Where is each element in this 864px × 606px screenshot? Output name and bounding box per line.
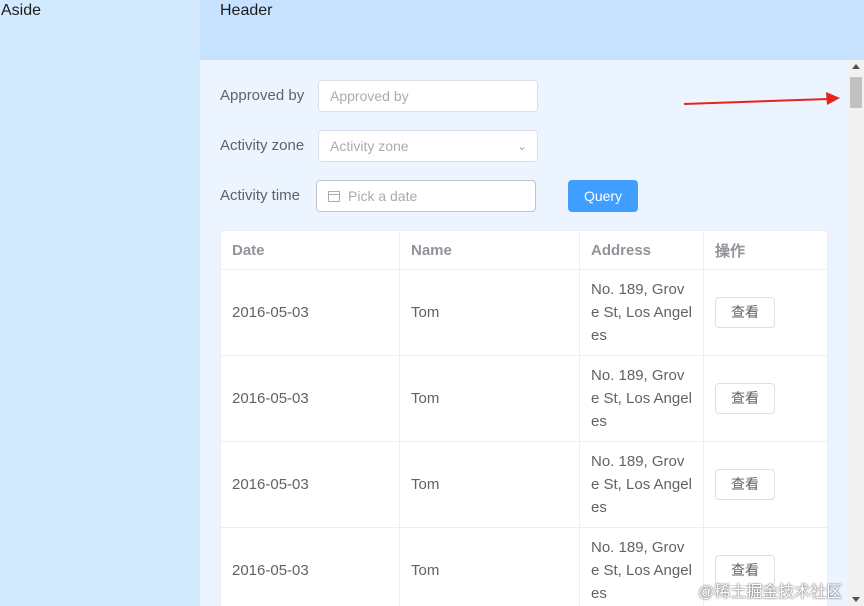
chevron-down-icon: ⌄ xyxy=(516,139,527,153)
table-row: 2016-05-03 Tom No. 189, Grove St, Los An… xyxy=(220,269,828,356)
activity-time-placeholder: Pick a date xyxy=(348,188,418,204)
cell-action: 查看 xyxy=(703,355,828,442)
activity-zone-placeholder: Activity zone xyxy=(330,138,409,154)
table-row: 2016-05-03 Tom No. 189, Grove St, Los An… xyxy=(220,441,828,528)
data-table: Date Name Address 操作 2016-05-03 Tom No. … xyxy=(220,230,828,606)
watermark: @稀土掘金技术社区 xyxy=(698,584,843,601)
aside: Aside xyxy=(0,0,200,606)
scroll-thumb[interactable] xyxy=(850,77,862,108)
aside-label: Aside xyxy=(1,2,42,19)
cell-address: No. 189, Grove St, Los Angeles xyxy=(579,441,704,528)
scroll-down-arrow-icon[interactable] xyxy=(852,597,860,602)
view-button[interactable]: 查看 xyxy=(715,297,775,328)
activity-time-picker[interactable]: Pick a date xyxy=(316,180,536,212)
calendar-icon xyxy=(328,190,340,202)
annotation-arrow-icon xyxy=(683,92,840,105)
cell-address: No. 189, Grove St, Los Angeles xyxy=(579,269,704,356)
column-header-address: Address xyxy=(579,230,704,270)
cell-name: Tom xyxy=(399,527,580,606)
cell-address: No. 189, Grove St, Los Angeles xyxy=(579,527,704,606)
table-header-row: Date Name Address 操作 xyxy=(220,230,828,270)
cell-name: Tom xyxy=(399,355,580,442)
column-header-name: Name xyxy=(399,230,580,270)
vertical-scrollbar[interactable] xyxy=(848,60,864,606)
cell-action: 查看 xyxy=(703,441,828,528)
scroll-up-arrow-icon[interactable] xyxy=(852,64,860,69)
cell-date: 2016-05-03 xyxy=(220,355,400,442)
query-button[interactable]: Query xyxy=(568,180,638,212)
approved-by-placeholder: Approved by xyxy=(330,88,409,104)
header: Header xyxy=(200,0,864,60)
main-content: Approved by Approved by Activity zone Ac… xyxy=(200,60,848,606)
cell-date: 2016-05-03 xyxy=(220,441,400,528)
activity-zone-label: Activity zone xyxy=(220,137,305,154)
cell-name: Tom xyxy=(399,441,580,528)
approved-by-label: Approved by xyxy=(220,87,305,104)
table-row: 2016-05-03 Tom No. 189, Grove St, Los An… xyxy=(220,355,828,442)
cell-name: Tom xyxy=(399,269,580,356)
cell-address: No. 189, Grove St, Los Angeles xyxy=(579,355,704,442)
column-header-date: Date xyxy=(220,230,400,270)
column-header-action: 操作 xyxy=(703,230,828,270)
cell-action: 查看 xyxy=(703,269,828,356)
cell-date: 2016-05-03 xyxy=(220,527,400,606)
activity-zone-select[interactable]: Activity zone ⌄ xyxy=(318,130,538,162)
cell-date: 2016-05-03 xyxy=(220,269,400,356)
view-button[interactable]: 查看 xyxy=(715,469,775,500)
approved-by-input[interactable]: Approved by xyxy=(318,80,538,112)
view-button[interactable]: 查看 xyxy=(715,383,775,414)
activity-time-label: Activity time xyxy=(220,187,301,204)
header-label: Header xyxy=(220,2,273,19)
